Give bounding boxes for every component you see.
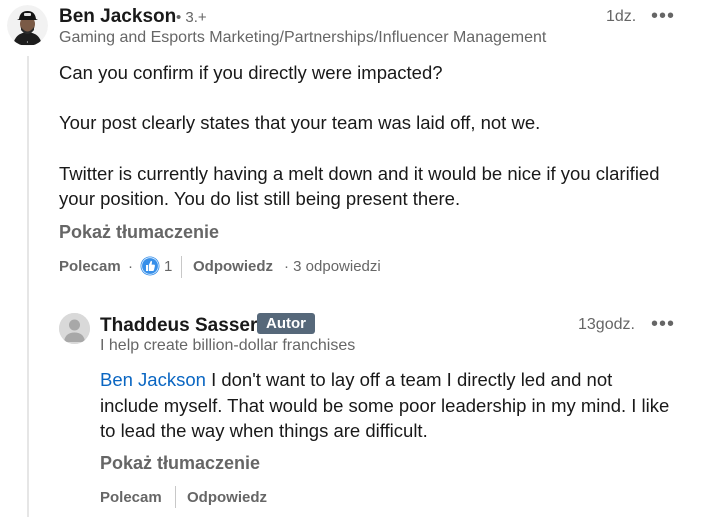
reply-author-headline: I help create billion-dollar franchises [100, 337, 356, 354]
mention-link[interactable]: Ben Jackson [100, 369, 206, 390]
comment-author-name[interactable]: Ben Jackson [59, 6, 176, 28]
profile-photo-icon: • [7, 5, 48, 46]
reply-show-translation-link[interactable]: Pokaż tłumaczenie [100, 453, 260, 474]
like-reaction-icon [140, 256, 160, 276]
actions-divider [181, 256, 182, 278]
reply-text-line: to lead the way when things are difficul… [100, 420, 428, 441]
show-translation-link[interactable]: Pokaż tłumaczenie [59, 222, 219, 243]
comment-text-line: Twitter is currently having a melt down … [59, 163, 660, 184]
author-badge: Autor [257, 313, 315, 334]
reply-text-line-1: Ben Jackson I don't want to lay off a te… [100, 367, 612, 392]
reply-text: I don't want to lay off a team I directl… [205, 369, 613, 390]
thread-line [27, 56, 29, 517]
reply-author-name[interactable]: Thaddeus Sasser [100, 315, 257, 337]
comment-more-icon[interactable]: ••• [651, 5, 675, 28]
comment-text-line: your position. You do list still being p… [59, 188, 461, 209]
reply-like-button[interactable]: Polecam [100, 489, 162, 506]
reply-text-line: include myself. That would be some poor … [100, 395, 670, 416]
reply-button[interactable]: Odpowiedz [193, 258, 273, 275]
avatar-thaddeus-sasser[interactable] [59, 313, 90, 344]
default-profile-icon [59, 313, 90, 344]
comment-text-line: Your post clearly states that your team … [59, 112, 541, 133]
reply-reply-button[interactable]: Odpowiedz [187, 489, 267, 506]
reply-timestamp: 13godz. [578, 316, 635, 333]
like-count[interactable]: 1 [164, 258, 172, 275]
like-button[interactable]: Polecam [59, 258, 121, 275]
replies-count-link[interactable]: · 3 odpowiedzi [284, 258, 381, 275]
avatar-ben-jackson[interactable]: • [7, 5, 48, 46]
reply-more-icon[interactable]: ••• [651, 313, 675, 336]
separator-dot: · [128, 258, 133, 275]
reply-actions-divider [175, 486, 176, 508]
comment-author-headline: Gaming and Esports Marketing/Partnership… [59, 29, 547, 46]
comment-timestamp: 1dz. [606, 8, 637, 25]
connection-degree: • 3.+ [176, 9, 207, 26]
comment-text-line: Can you confirm if you directly were imp… [59, 62, 443, 83]
